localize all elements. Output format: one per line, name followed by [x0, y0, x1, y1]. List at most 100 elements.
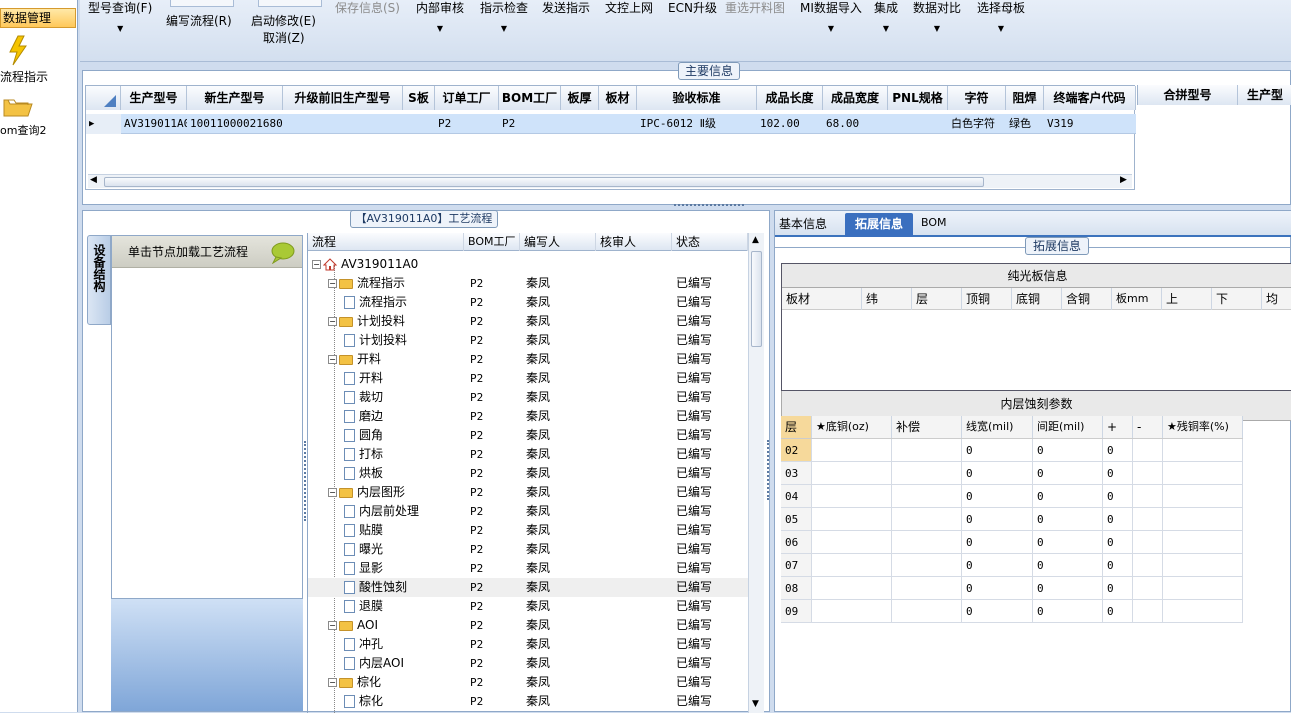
compensation-cell[interactable] [892, 577, 962, 600]
col-header[interactable]: 字符 [948, 86, 1006, 110]
tree-row[interactable]: 计划投料 P2 秦凤 已编写 [308, 331, 748, 350]
plus-cell[interactable]: 0 [1103, 577, 1133, 600]
tree-row[interactable]: 磨边 P2 秦凤 已编写 [308, 407, 748, 426]
scrollbar-thumb[interactable] [751, 251, 762, 347]
col-header[interactable]: 板mm [1112, 288, 1162, 310]
col-header[interactable]: ★残铜率(%) [1163, 416, 1243, 438]
tree-row[interactable]: − 计划投料 P2 秦凤 已编写 [308, 312, 748, 331]
compensation-cell[interactable] [892, 462, 962, 485]
tree-row[interactable]: − 内层图形 P2 秦凤 已编写 [308, 483, 748, 502]
bottom-copper-cell[interactable] [812, 600, 892, 623]
residual-copper-cell[interactable] [1163, 508, 1243, 531]
col-header[interactable]: 阻焊 [1006, 86, 1044, 110]
plus-cell[interactable]: 0 [1103, 508, 1133, 531]
plus-cell[interactable]: 0 [1103, 485, 1133, 508]
col-header[interactable]: 流程 [308, 233, 464, 251]
cell[interactable]: 10011000021680 [187, 114, 283, 134]
tree-row[interactable]: − AOI P2 秦凤 已编写 [308, 616, 748, 635]
col-header[interactable]: 板材 [782, 288, 862, 310]
tree-row[interactable]: 打标 P2 秦凤 已编写 [308, 445, 748, 464]
col-header[interactable]: 核审人 [596, 233, 672, 251]
tab-bom[interactable]: BOM [921, 216, 947, 229]
residual-copper-cell[interactable] [1163, 439, 1243, 462]
minus-cell[interactable] [1133, 439, 1163, 462]
etch-row[interactable]: 04 0 0 0 [781, 485, 1243, 508]
minus-cell[interactable] [1133, 531, 1163, 554]
tab-equipment-structure[interactable]: 设备结构 [87, 235, 111, 325]
plus-cell[interactable]: 0 [1103, 554, 1133, 577]
cell[interactable]: 68.00 [823, 114, 888, 134]
col-header[interactable]: 均 [1262, 288, 1291, 310]
col-header[interactable]: 补偿 [892, 416, 962, 438]
tree-row[interactable]: 显影 P2 秦凤 已编写 [308, 559, 748, 578]
tree-row[interactable]: 棕化 P2 秦凤 已编写 [308, 692, 748, 711]
compensation-cell[interactable] [892, 439, 962, 462]
tree-row[interactable]: 裁切 P2 秦凤 已编写 [308, 388, 748, 407]
tree-row[interactable]: 内层前处理 P2 秦凤 已编写 [308, 502, 748, 521]
tree-row[interactable]: 曝光 P2 秦凤 已编写 [308, 540, 748, 559]
cell[interactable]: 102.00 [757, 114, 823, 134]
spacing-cell[interactable]: 0 [1033, 439, 1103, 462]
line-width-cell[interactable]: 0 [962, 508, 1033, 531]
compensation-cell[interactable] [892, 531, 962, 554]
col-header[interactable]: 成品长度 [757, 86, 823, 110]
residual-copper-cell[interactable] [1163, 554, 1243, 577]
start-edit-button[interactable]: 启动修改(E) [251, 12, 316, 29]
tree-row-root[interactable]: − AV319011A0 [308, 255, 748, 274]
residual-copper-cell[interactable] [1163, 462, 1243, 485]
col-header[interactable]: - [1133, 416, 1163, 438]
line-width-cell[interactable]: 0 [962, 531, 1033, 554]
col-header[interactable]: 层 [781, 416, 812, 438]
etch-row[interactable]: 02 0 0 0 [781, 439, 1243, 462]
col-header[interactable]: 状态 [672, 233, 748, 251]
plus-cell[interactable]: 0 [1103, 439, 1133, 462]
splitter-handle[interactable] [767, 440, 770, 500]
cell[interactable] [599, 114, 637, 134]
col-header[interactable]: 含铜 [1062, 288, 1112, 310]
vertical-scrollbar[interactable]: ▲ ▼ [748, 233, 764, 713]
col-header[interactable]: + [1103, 416, 1133, 438]
col-header[interactable]: 顶铜 [962, 288, 1012, 310]
col-header[interactable]: PNL规格 [888, 86, 948, 110]
plus-cell[interactable]: 0 [1103, 600, 1133, 623]
etch-row[interactable]: 09 0 0 0 [781, 600, 1243, 623]
compensation-cell[interactable] [892, 508, 962, 531]
tab-basic-info[interactable]: 基本信息 [779, 215, 827, 232]
spacing-cell[interactable]: 0 [1033, 485, 1103, 508]
spacing-cell[interactable]: 0 [1033, 531, 1103, 554]
cell[interactable]: V319 [1044, 114, 1136, 134]
plus-cell[interactable]: 0 [1103, 531, 1133, 554]
spacing-cell[interactable]: 0 [1033, 600, 1103, 623]
doc-control-online-button[interactable]: 文控上网 [605, 0, 653, 16]
grid-corner[interactable] [86, 86, 121, 110]
etch-row[interactable]: 08 0 0 0 [781, 577, 1243, 600]
minus-cell[interactable] [1133, 508, 1163, 531]
cell[interactable] [561, 114, 599, 134]
cell[interactable] [403, 114, 435, 134]
bottom-copper-cell[interactable] [812, 485, 892, 508]
minus-cell[interactable] [1133, 600, 1163, 623]
etch-row[interactable]: 06 0 0 0 [781, 531, 1243, 554]
cell[interactable]: P2 [499, 114, 561, 134]
bottom-copper-cell[interactable] [812, 531, 892, 554]
col-header[interactable]: S板 [403, 86, 435, 110]
tree-row[interactable]: 冲孔 P2 秦凤 已编写 [308, 635, 748, 654]
bottom-copper-cell[interactable] [812, 577, 892, 600]
col-header[interactable]: 板厚 [561, 86, 599, 110]
plus-cell[interactable]: 0 [1103, 462, 1133, 485]
tab-extended-info[interactable]: 拓展信息 [845, 213, 913, 237]
minus-cell[interactable] [1133, 577, 1163, 600]
residual-copper-cell[interactable] [1163, 600, 1243, 623]
col-header[interactable]: 间距(mil) [1033, 416, 1103, 438]
line-width-cell[interactable]: 0 [962, 577, 1033, 600]
minus-cell[interactable] [1133, 462, 1163, 485]
etch-row[interactable]: 07 0 0 0 [781, 554, 1243, 577]
tree-row[interactable]: 开料 P2 秦凤 已编写 [308, 369, 748, 388]
cell[interactable] [283, 114, 403, 134]
col-header[interactable]: 生产型 [1238, 85, 1291, 105]
spacing-cell[interactable]: 0 [1033, 554, 1103, 577]
compensation-cell[interactable] [892, 485, 962, 508]
cell[interactable]: IPC-6012 Ⅱ级 [637, 114, 757, 134]
col-header[interactable]: 合拼型号 [1138, 85, 1238, 105]
col-header[interactable]: ★底铜(oz) [812, 416, 892, 438]
